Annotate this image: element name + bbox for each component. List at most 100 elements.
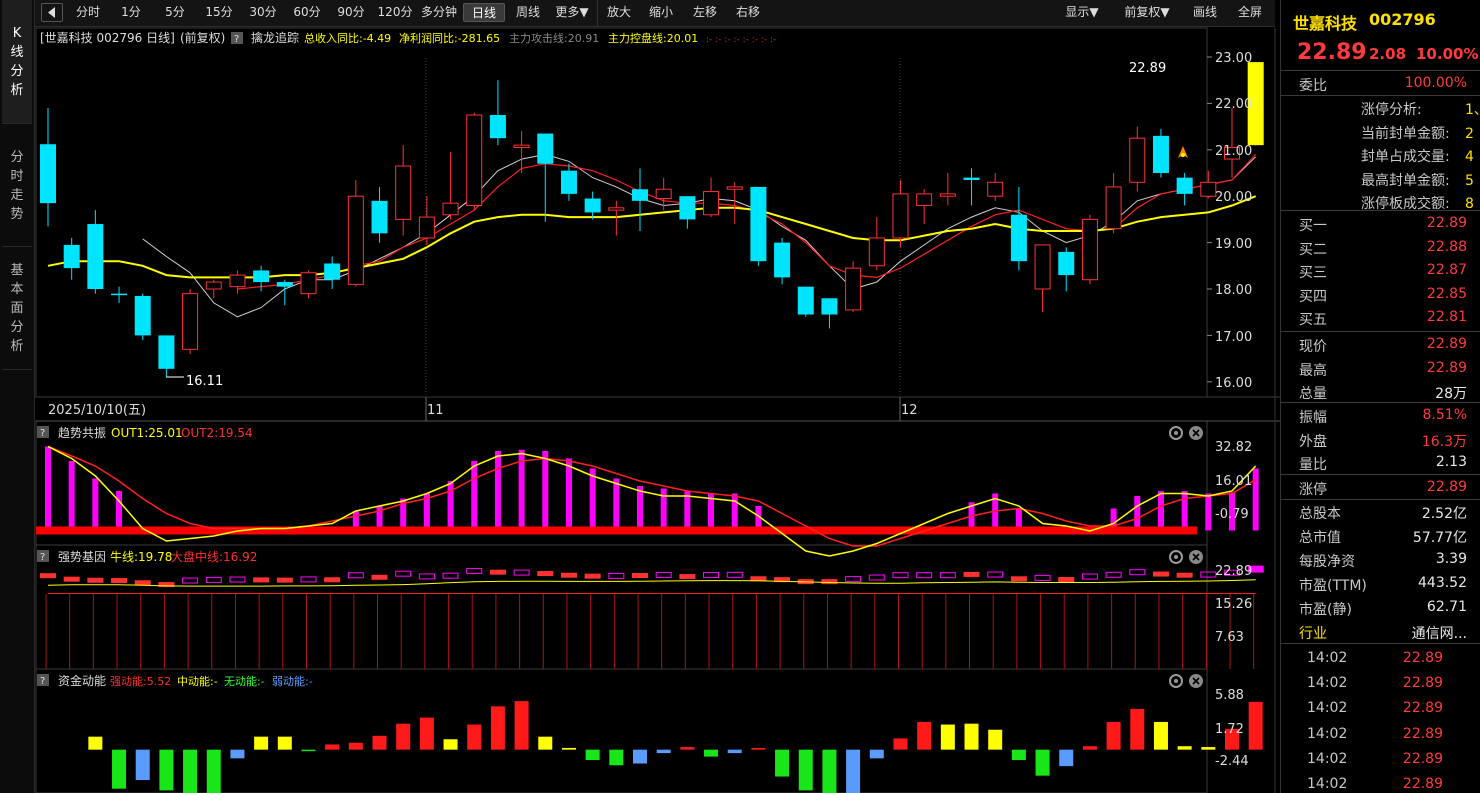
pane1-tick: -0.79	[1215, 507, 1249, 522]
gene-box	[963, 571, 980, 577]
ma-line-red	[237, 153, 1257, 290]
momentum-bar	[135, 749, 150, 780]
candle-body	[371, 200, 388, 234]
momentum-bar	[490, 706, 505, 750]
quote-row-label: 总股本	[1299, 506, 1341, 522]
momentum-bar	[348, 742, 363, 750]
candle-body	[229, 274, 246, 288]
gene-box	[253, 577, 270, 583]
gene-box	[584, 573, 601, 579]
momentum-bar	[656, 749, 671, 754]
candle-body	[821, 298, 838, 315]
candle-body	[1081, 218, 1098, 281]
trend-bar	[613, 478, 620, 531]
momentum-bar	[396, 723, 411, 750]
pane1-tick: 16.01	[1215, 474, 1252, 489]
quote-row: 买三 22.87	[1281, 259, 1480, 282]
ma-line-yellow	[47, 195, 1257, 279]
quote-row-label: 买四	[1299, 288, 1327, 305]
momentum-bar	[88, 736, 103, 750]
momentum-bar	[988, 729, 1003, 750]
momentum-bar	[1248, 701, 1263, 750]
candle-body	[584, 198, 601, 213]
candle-body	[40, 144, 56, 204]
out1-line	[47, 445, 1257, 557]
quote-row-label: 最高	[1299, 362, 1327, 379]
quote-row-label: 市盈(静)	[1299, 602, 1352, 618]
settings-icon[interactable]	[1169, 674, 1183, 688]
price-tick: 17.00	[1215, 330, 1252, 345]
gene-box	[513, 569, 530, 576]
order-ratio-label: 委比	[1299, 78, 1327, 94]
quote-row-value: 22.88	[1426, 238, 1467, 255]
trend-bar	[565, 458, 572, 531]
order-ratio-value: 100.00%	[1404, 75, 1467, 91]
pane2-title: 强势基因	[58, 550, 106, 564]
candle-body	[632, 189, 648, 201]
price-tick: 16.00	[1215, 376, 1252, 391]
momentum-bar	[1106, 721, 1121, 750]
gene-box	[1081, 573, 1098, 580]
limit-analysis-line: 封单占成交量:	[1361, 149, 1450, 165]
momentum-bar	[751, 747, 766, 750]
pane2-market-line: 大盘中线:16.92	[171, 549, 257, 564]
control-line-value: 主力控盘线:20.01	[608, 31, 698, 45]
price-tick: 19.00	[1215, 237, 1252, 252]
momentum-bar	[561, 747, 576, 750]
gene-box	[489, 569, 506, 575]
candle-body	[774, 242, 791, 278]
momentum-bar	[277, 736, 292, 750]
close-icon[interactable]	[1189, 550, 1203, 564]
gene-box	[300, 576, 317, 583]
candle-body	[276, 282, 293, 287]
order-ratio-row: 委比 100.00%	[1281, 72, 1480, 95]
industry-row[interactable]: 行业 通信网...	[1281, 620, 1480, 643]
candle-body	[560, 170, 577, 194]
quote-row-value: 22.89	[1402, 675, 1443, 692]
momentum-bar	[514, 701, 529, 750]
momentum-bar	[1082, 746, 1097, 750]
settings-icon[interactable]	[1169, 550, 1183, 564]
gene-box	[63, 576, 80, 582]
gene-box	[537, 571, 554, 577]
gene-box	[87, 577, 104, 583]
limit-analysis-value: 5	[1465, 172, 1474, 189]
close-icon[interactable]	[1189, 674, 1203, 688]
pane2-bull-line: 牛线:19.78	[110, 549, 172, 564]
candle-body	[418, 216, 435, 239]
gene-box	[821, 579, 838, 585]
gene-box	[939, 572, 956, 579]
momentum-bar	[301, 749, 316, 752]
candle-body	[537, 133, 554, 164]
gene-box	[1034, 574, 1051, 581]
price-tick: 18.00	[1215, 283, 1252, 298]
candle-body	[300, 272, 317, 295]
trend-bar	[68, 461, 75, 531]
adjust-label: (前复权)	[180, 30, 225, 45]
gene-box	[276, 577, 293, 583]
momentum-bar	[1153, 721, 1168, 750]
pane2-tick: 22.89	[1215, 564, 1252, 579]
quote-row-value: 443.52	[1418, 575, 1467, 591]
trend-bar	[637, 486, 643, 531]
gene-box	[111, 578, 128, 584]
momentum-bar	[633, 749, 647, 764]
gene-box	[134, 580, 151, 586]
profit-yoy: 净利润同比:-281.65	[399, 31, 500, 45]
kline-chart[interactable]: [世嘉科技 002796 日线] (前复权) ? 擒龙追踪 总收入同比:-4.4…	[0, 0, 1280, 793]
quote-row-value: 22.89	[1426, 359, 1467, 376]
trend-bar	[589, 468, 596, 531]
momentum-bar	[798, 749, 813, 791]
pane2-tick: 7.63	[1215, 630, 1244, 645]
momentum-bar	[230, 749, 245, 759]
momentum-bar	[1177, 746, 1192, 750]
settings-icon[interactable]	[1169, 426, 1183, 440]
momentum-bar	[822, 749, 837, 793]
momentum-bar	[609, 749, 624, 766]
candle-body	[63, 244, 80, 269]
quote-row: 14:02 22.89	[1281, 672, 1480, 695]
gene-box	[1010, 576, 1027, 582]
close-icon[interactable]	[1189, 426, 1203, 440]
limit-analysis-line: 涨停分析:	[1361, 102, 1422, 118]
momentum-bar	[869, 749, 884, 759]
